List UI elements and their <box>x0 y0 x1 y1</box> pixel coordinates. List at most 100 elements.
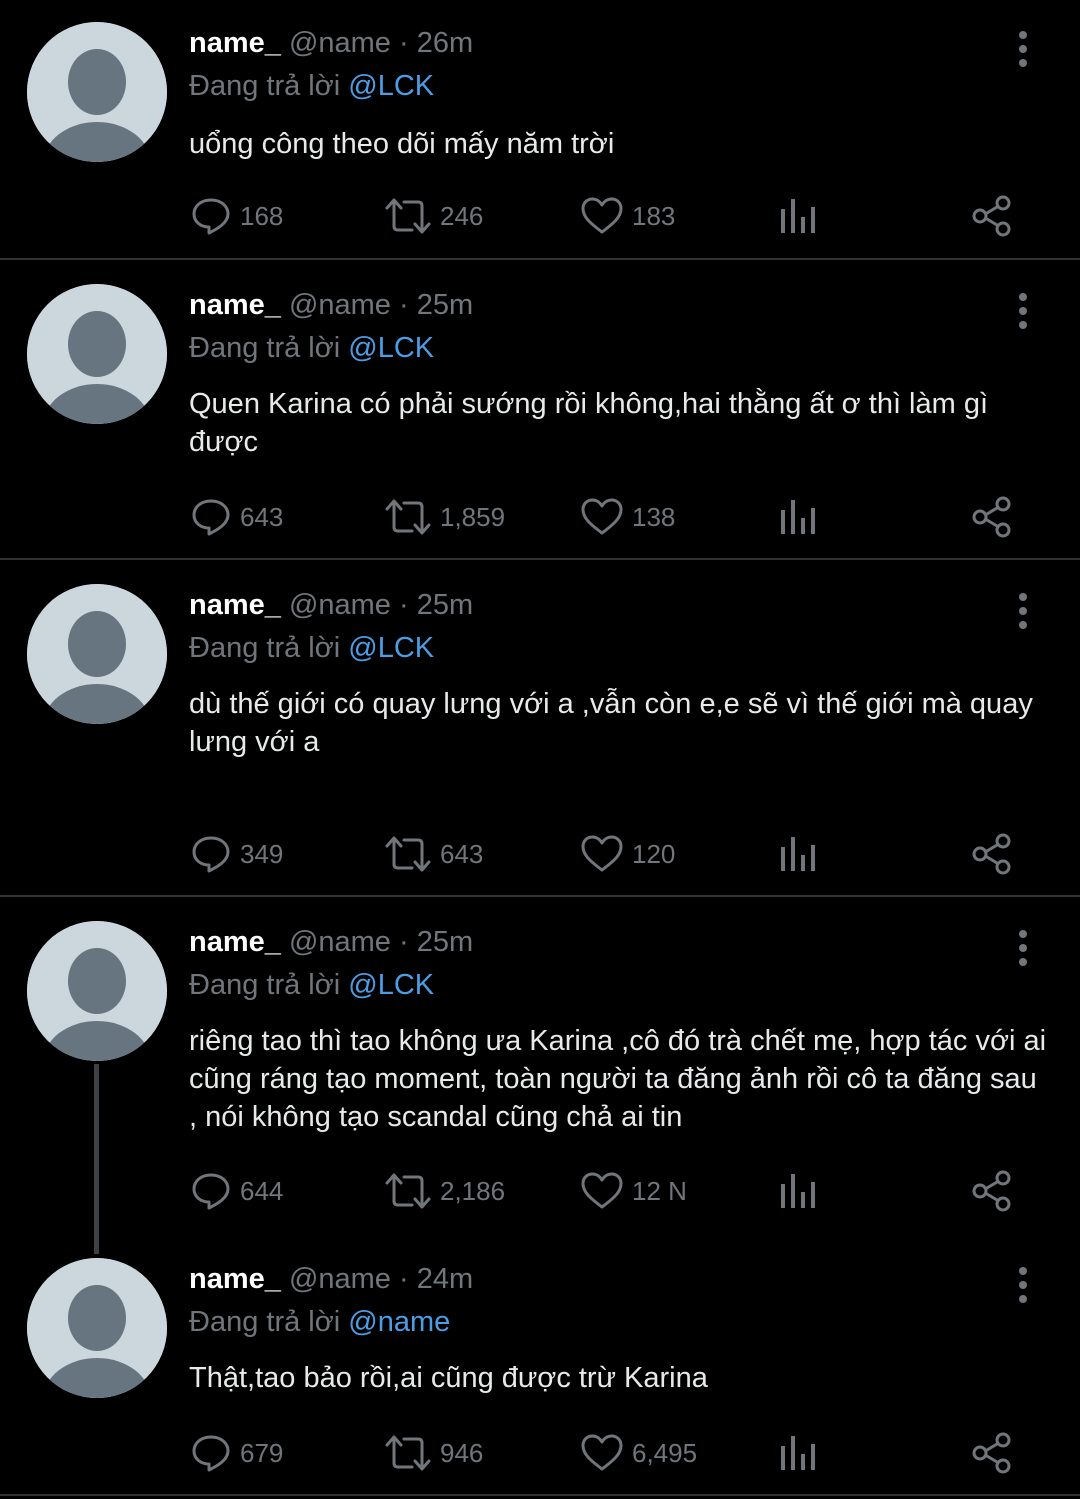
tweet-text: dù thế giới có quay lưng với a ,vẫn còn … <box>189 688 1033 758</box>
like-button[interactable]: 6,495 <box>580 1429 697 1477</box>
retweet-arrows-icon <box>385 1435 431 1471</box>
retweet-button[interactable]: 643 <box>384 830 483 878</box>
heart-icon <box>581 1434 623 1471</box>
retweet-button[interactable]: 1,859 <box>384 493 505 541</box>
dot-separator: · <box>399 27 409 59</box>
retweet-count: 643 <box>440 838 484 869</box>
retweet-count: 946 <box>440 1437 484 1468</box>
views-button[interactable] <box>778 493 818 541</box>
tweet-text: Quen Karina có phải sướng rồi không,hai … <box>189 388 989 458</box>
views-button[interactable] <box>778 830 818 878</box>
share-button[interactable] <box>970 830 1014 878</box>
tweet-text: riêng tao thì tao không ưa Karina ,cô đó… <box>189 1025 1047 1133</box>
timestamp[interactable]: 25m <box>417 589 473 621</box>
display-name[interactable]: name_ <box>189 289 281 321</box>
vertical-dots-icon <box>1019 930 1027 938</box>
reply-button[interactable]: 168 <box>190 192 283 240</box>
replying-to-label: Đang trả lời <box>189 969 341 1001</box>
retweet-button[interactable]: 946 <box>384 1429 483 1477</box>
dot-separator: · <box>399 289 409 321</box>
views-button[interactable] <box>778 192 818 240</box>
reply-button[interactable]: 644 <box>190 1167 283 1215</box>
mention-link[interactable]: @LCK <box>348 632 434 664</box>
share-nodes-icon <box>972 833 1011 875</box>
views-button[interactable] <box>778 1429 818 1477</box>
action-bar: 643 1,859 138 <box>0 493 1080 541</box>
reply-button[interactable]: 349 <box>190 830 283 878</box>
share-button[interactable] <box>970 493 1014 541</box>
default-profile-icon <box>27 284 167 424</box>
tweet-text: Thật,tao bảo rồi,ai cũng được trừ Karina <box>189 1362 708 1394</box>
vertical-dots-icon <box>1019 293 1027 301</box>
more-options-button[interactable] <box>1008 29 1038 69</box>
timestamp[interactable]: 25m <box>417 926 473 958</box>
more-options-button[interactable] <box>1008 591 1038 631</box>
tweet-header: name_ @name · 25m <box>189 288 473 322</box>
retweet-button[interactable]: 2,186 <box>384 1167 505 1215</box>
tweet-header: name_ @name · 26m <box>189 26 473 60</box>
user-handle[interactable]: @name <box>289 289 391 321</box>
mention-link[interactable]: @LCK <box>348 969 434 1001</box>
timestamp[interactable]: 24m <box>417 1263 473 1295</box>
like-button[interactable]: 12 N <box>580 1167 687 1215</box>
retweet-arrows-icon <box>385 1173 431 1209</box>
like-button[interactable]: 138 <box>580 493 675 541</box>
speech-bubble-icon <box>192 1173 230 1210</box>
avatar[interactable] <box>27 1258 167 1398</box>
bar-chart-icon <box>781 1436 815 1470</box>
like-count: 138 <box>632 501 676 532</box>
retweet-count: 2,186 <box>440 1175 506 1206</box>
views-button[interactable] <box>778 1167 818 1215</box>
replying-to-label: Đang trả lời <box>189 632 341 664</box>
share-button[interactable] <box>970 1429 1014 1477</box>
avatar[interactable] <box>27 284 167 424</box>
share-button[interactable] <box>970 1167 1014 1215</box>
display-name[interactable]: name_ <box>189 926 281 958</box>
display-name[interactable]: name_ <box>189 27 281 59</box>
user-handle[interactable]: @name <box>289 926 391 958</box>
more-options-button[interactable] <box>1008 928 1038 968</box>
more-options-button[interactable] <box>1008 1265 1038 1305</box>
like-button[interactable]: 183 <box>580 192 675 240</box>
timestamp[interactable]: 26m <box>417 27 473 59</box>
like-count: 12 N <box>632 1175 687 1206</box>
mention-link[interactable]: @LCK <box>348 70 434 102</box>
reply-count: 168 <box>240 200 284 231</box>
tweet-header: name_ @name · 24m <box>189 1262 473 1296</box>
reply-button[interactable]: 643 <box>190 493 283 541</box>
user-handle[interactable]: @name <box>289 1263 391 1295</box>
bar-chart-icon <box>781 199 815 233</box>
retweet-arrows-icon <box>385 499 431 535</box>
tweet-text: uổng công theo dõi mấy năm trời <box>189 128 615 160</box>
display-name[interactable]: name_ <box>189 1263 281 1295</box>
tweet-separator <box>0 558 1080 560</box>
like-count: 183 <box>632 200 676 231</box>
retweet-button[interactable]: 246 <box>384 192 483 240</box>
action-bar: 168 246 183 <box>0 192 1080 240</box>
retweet-count: 246 <box>440 200 484 231</box>
avatar[interactable] <box>27 921 167 1061</box>
vertical-dots-icon <box>1019 31 1027 39</box>
timestamp[interactable]: 25m <box>417 289 473 321</box>
mention-link[interactable]: @name <box>348 1306 450 1338</box>
tweet-separator <box>0 258 1080 260</box>
retweet-count: 1,859 <box>440 501 506 532</box>
dot-separator: · <box>399 926 409 958</box>
share-button[interactable] <box>970 192 1014 240</box>
tweet-header: name_ @name · 25m <box>189 925 473 959</box>
mention-link[interactable]: @LCK <box>348 332 434 364</box>
user-handle[interactable]: @name <box>289 27 391 59</box>
display-name[interactable]: name_ <box>189 589 281 621</box>
avatar[interactable] <box>27 22 167 162</box>
user-handle[interactable]: @name <box>289 589 391 621</box>
vertical-dots-icon <box>1019 1267 1027 1275</box>
avatar[interactable] <box>27 584 167 724</box>
default-profile-icon <box>27 584 167 724</box>
more-options-button[interactable] <box>1008 291 1038 331</box>
bar-chart-icon <box>781 837 815 871</box>
heart-icon <box>581 1172 623 1209</box>
dot-separator: · <box>399 589 409 621</box>
replying-to: Đang trả lời @name <box>189 1305 450 1339</box>
like-button[interactable]: 120 <box>580 830 675 878</box>
reply-button[interactable]: 679 <box>190 1429 283 1477</box>
